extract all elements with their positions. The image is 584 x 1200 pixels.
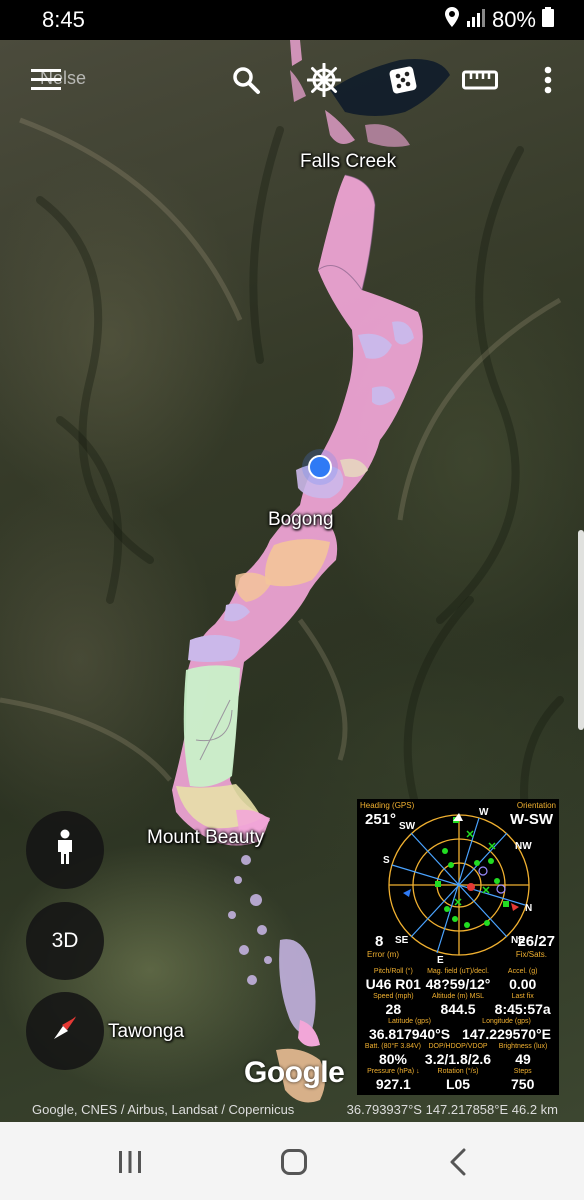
my-location-marker bbox=[302, 449, 338, 485]
measure-button[interactable] bbox=[456, 56, 504, 108]
place-label-falls-creek[interactable]: Falls Creek bbox=[300, 151, 396, 173]
menu-button[interactable] bbox=[22, 56, 70, 108]
gps-status-panel[interactable]: Heading (GPS) 251° Orientation W-SW W NW N… bbox=[357, 799, 559, 1095]
gps-cell-longitude: Longitude (gps) 147.229570°E bbox=[462, 1018, 551, 1042]
toggle-3d-button[interactable]: 3D bbox=[26, 902, 104, 980]
map-attribution[interactable]: Google, CNES / Airbus, Landsat / Coperni… bbox=[32, 1102, 294, 1117]
gps-fix-value: 26/27 bbox=[517, 933, 555, 950]
toggle-3d-label: 3D bbox=[51, 929, 79, 952]
more-icon bbox=[544, 66, 552, 99]
person-icon bbox=[54, 829, 76, 871]
place-label-tawonga[interactable]: Tawonga bbox=[108, 1021, 184, 1043]
gps-cell-battery: Batt. (80°F 3.84V) 80% bbox=[364, 1043, 422, 1067]
battery-icon bbox=[542, 7, 554, 33]
gps-cell-altitude: Altitude (m) MSL 844.5 bbox=[431, 993, 485, 1017]
map-toolbar: Nelse bbox=[0, 56, 584, 112]
map-coordinates: 36.793937°S 147.217858°E 46.2 km bbox=[346, 1102, 558, 1117]
status-right: 80% bbox=[444, 7, 554, 33]
gps-cell-pitch-roll: Pitch/Roll (°) U46 R01 bbox=[365, 968, 421, 992]
location-icon bbox=[444, 7, 460, 33]
random-button[interactable] bbox=[379, 56, 427, 108]
gps-readouts: Pitch/Roll (°) U46 R01 Mag. field (uT)/de… bbox=[357, 967, 559, 1092]
signal-icon bbox=[466, 7, 486, 33]
svg-text:NW: NW bbox=[515, 841, 532, 852]
system-nav-bar bbox=[0, 1122, 584, 1200]
menu-icon bbox=[31, 68, 61, 96]
gps-row-speed: Speed (mph) 28 Altitude (m) MSL 844.5 Last… bbox=[357, 992, 559, 1017]
helm-icon bbox=[306, 62, 342, 102]
gps-cell-accel: Accel. (g) 0.00 bbox=[507, 968, 538, 992]
map-scroll-handle[interactable] bbox=[578, 530, 584, 730]
status-bar: 8:45 80% bbox=[0, 0, 584, 40]
compass-icon bbox=[45, 1008, 85, 1054]
gps-row-battery: Batt. (80°F 3.84V) 80% DOP/HDOP/VDOP 3.2/1… bbox=[357, 1042, 559, 1067]
gps-cell-dop: DOP/HDOP/VDOP 3.2/1.8/2.6 bbox=[424, 1043, 492, 1067]
dice-icon bbox=[386, 63, 420, 102]
search-icon bbox=[231, 65, 261, 100]
back-icon bbox=[449, 1148, 467, 1181]
google-logo: Google bbox=[244, 1056, 345, 1089]
gps-error-label: Error (m) bbox=[367, 950, 399, 959]
svg-text:N: N bbox=[525, 903, 532, 914]
search-button[interactable] bbox=[222, 56, 270, 108]
place-label-mount-beauty[interactable]: Mount Beauty bbox=[147, 827, 264, 849]
svg-text:E: E bbox=[437, 955, 444, 963]
gps-cell-steps: Steps 750 bbox=[511, 1068, 535, 1092]
overflow-menu-button[interactable] bbox=[524, 56, 572, 108]
svg-text:S: S bbox=[383, 855, 390, 866]
compass-button[interactable] bbox=[26, 992, 104, 1070]
svg-text:W: W bbox=[479, 807, 489, 818]
gps-row-pressure: Pressure (hPa) ↓ 927.1 Rotation (°/s) L05 … bbox=[357, 1067, 559, 1092]
gps-fix-label: Fix/Sats. bbox=[515, 950, 547, 959]
svg-text:SE: SE bbox=[395, 935, 409, 946]
gps-cell-pressure: Pressure (hPa) ↓ 927.1 bbox=[367, 1068, 420, 1092]
gps-cell-mag-field: Mag. field (uT)/decl. 48?59/12° bbox=[425, 968, 491, 992]
recents-icon bbox=[117, 1150, 143, 1179]
street-view-button[interactable] bbox=[26, 811, 104, 889]
home-button[interactable] bbox=[274, 1144, 314, 1184]
helm-button[interactable] bbox=[300, 56, 348, 108]
battery-percent: 80% bbox=[491, 7, 536, 32]
place-label-bogong[interactable]: Bogong bbox=[268, 509, 334, 531]
gps-cell-brightness: Brightness (lux) 49 bbox=[498, 1043, 548, 1067]
satellite-skyplot: WNWN NEESE SSW bbox=[383, 807, 532, 963]
gps-row-orientation: Pitch/Roll (°) U46 R01 Mag. field (uT)/de… bbox=[357, 967, 559, 992]
svg-text:SW: SW bbox=[399, 821, 416, 832]
gps-cell-last-fix: Last fix 8:45:57a bbox=[494, 993, 551, 1017]
gps-cell-speed: Speed (mph) 28 bbox=[373, 993, 414, 1017]
home-icon bbox=[280, 1148, 308, 1181]
recents-button[interactable] bbox=[110, 1144, 150, 1184]
status-time: 8:45 bbox=[42, 7, 85, 32]
ruler-icon bbox=[462, 69, 498, 96]
back-button[interactable] bbox=[438, 1144, 478, 1184]
gps-cell-rotation: Rotation (°/s) L05 bbox=[437, 1068, 479, 1092]
gps-cell-latitude: Latitude (gps) 36.817940°S bbox=[368, 1018, 451, 1042]
gps-error-value: 8 bbox=[375, 933, 384, 950]
gps-row-position: Latitude (gps) 36.817940°S Longitude (gps… bbox=[357, 1017, 559, 1042]
